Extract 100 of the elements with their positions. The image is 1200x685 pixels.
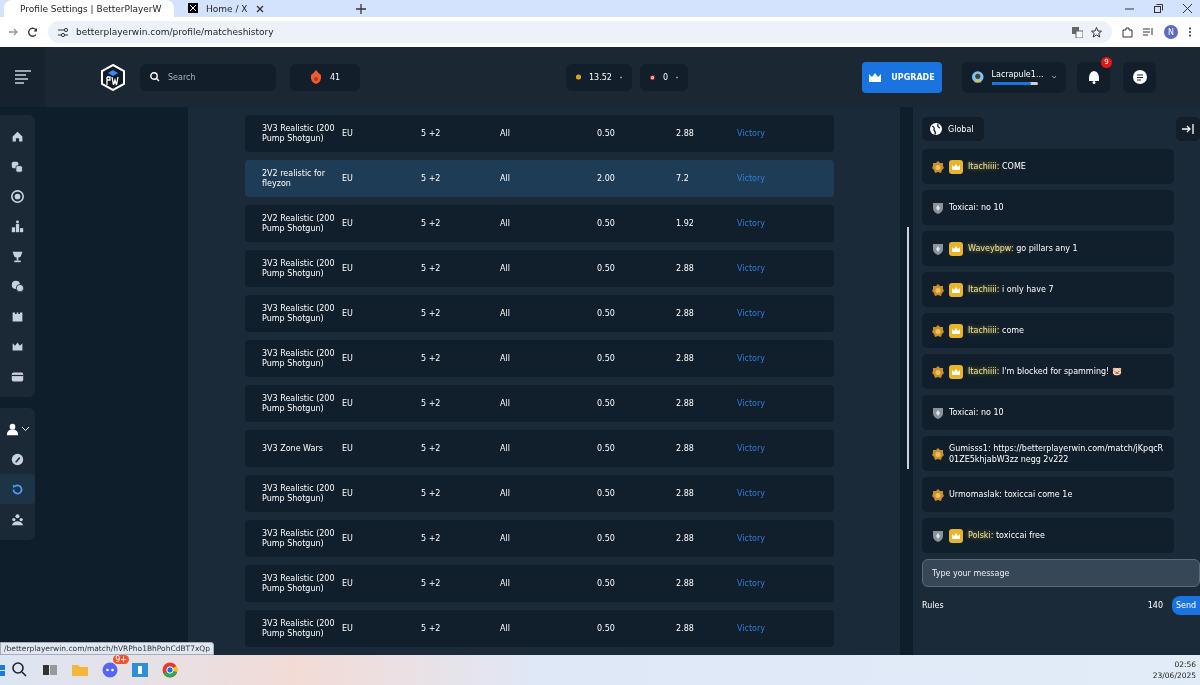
castle-icon [11, 309, 24, 323]
search-field[interactable]: Search [140, 63, 276, 91]
match-result: Victory [737, 308, 766, 319]
match-region: EU [342, 623, 354, 634]
translate-icon[interactable] [1072, 26, 1083, 38]
match-region: EU [342, 443, 354, 454]
match-cell-text: All [500, 488, 511, 499]
character-count: 140 [1147, 601, 1163, 610]
upgrade-button[interactable]: UPGRADE [862, 61, 942, 93]
task-view-icon[interactable] [42, 662, 58, 678]
close-icon[interactable] [1183, 4, 1192, 13]
match-row[interactable]: 3V3 Zone Wars EU 5 +2 All 0.50 2.88 Victory [245, 430, 834, 467]
chevron-down-icon [1051, 75, 1056, 79]
match-result: Victory [737, 128, 766, 139]
match-cell-text: All [500, 263, 511, 274]
match-row[interactable]: 2V2 realistic for fleyzon EU 5 +2 All 2.00 7.2 Victory [245, 160, 834, 197]
dice-icon [11, 159, 24, 173]
match-cell-text: 0.50 [597, 263, 616, 274]
chat-message: Waveybpw: go pillars any 1 [968, 243, 1078, 254]
profile-avatar[interactable]: N [1164, 25, 1178, 39]
history-icon [11, 482, 24, 496]
match-cell-text: 5 +2 [421, 443, 442, 454]
match-cell-text: All [500, 398, 511, 409]
match-cell-text: 0.50 [597, 443, 616, 454]
match-cell-text: 0.50 [597, 533, 616, 544]
restore-icon[interactable] [1154, 4, 1163, 13]
match-cell-text: 0.50 [597, 353, 616, 364]
match-region: EU [342, 398, 354, 409]
match-cell-text: 5 +2 [421, 353, 442, 364]
avatar-icon [972, 68, 984, 86]
send-button[interactable]: Send [1172, 596, 1200, 615]
chat-app-icon[interactable] [102, 662, 118, 678]
match-region: EU [342, 128, 354, 139]
chat-icon [1132, 70, 1147, 84]
medal-icon [932, 160, 944, 173]
user-menu[interactable]: Lacrapule1... [962, 61, 1066, 93]
message-input[interactable]: Type your message [922, 559, 1200, 587]
match-cell-text: 2.88 [676, 263, 695, 274]
match-cell-text: 5 +2 [421, 623, 442, 634]
match-region: EU [342, 308, 354, 319]
flame-icon [309, 70, 322, 84]
browser-tab[interactable]: Home / X [180, 0, 350, 17]
channel-selector[interactable]: Global [922, 117, 984, 141]
match-name: 3V3 Realistic (200 Pump Shotgun) [262, 483, 336, 504]
collapse-icon [1182, 124, 1194, 134]
match-name: 3V3 Realistic (200 Pump Shotgun) [262, 393, 336, 414]
match-cell-text: 0.50 [597, 623, 616, 634]
crown-icon [11, 339, 24, 353]
chat-message: Itachiiii: COME [968, 161, 1026, 172]
browser-tab[interactable]: Profile Settings | BetterPlayerW [4, 0, 174, 17]
chat-message: Itachiiii: I'm blocked for spamming! 🐷 [968, 366, 1122, 377]
rules-link[interactable]: Rules [922, 601, 944, 610]
match-cell-text: 5 +2 [421, 308, 442, 319]
globe-icon [930, 123, 942, 135]
user-icon [6, 422, 19, 436]
star-icon[interactable] [1091, 26, 1102, 38]
match-cell-text: All [500, 623, 511, 634]
address-bar[interactable]: betterplayerwin.com/profile/matcheshistory [48, 21, 1112, 43]
search-icon[interactable] [12, 662, 28, 678]
chat-button[interactable] [1123, 61, 1156, 93]
match-cell-text: 5 +2 [421, 263, 442, 274]
chevron-down-icon [22, 427, 29, 431]
menu-icon[interactable] [14, 70, 31, 84]
coin-balance: 13.52 [589, 72, 612, 82]
chrome-icon[interactable] [162, 662, 178, 678]
chat-message: Itachiiii: i only have 7 [968, 284, 1054, 295]
close-icon[interactable] [255, 4, 264, 13]
app-icon[interactable] [132, 662, 148, 678]
match-cell-text: All [500, 218, 511, 229]
forward-icon[interactable] [8, 27, 18, 37]
shield-icon [932, 201, 944, 214]
extensions-icon[interactable] [1122, 26, 1133, 38]
reload-icon[interactable] [28, 27, 38, 37]
bell-icon [1087, 70, 1100, 84]
more-icon[interactable] [1188, 27, 1192, 37]
notification-badge: 9+ [113, 655, 129, 664]
match-cell-text: 2.88 [676, 578, 695, 589]
match-result: Victory [737, 488, 766, 499]
match-cell-text: 0.50 [597, 578, 616, 589]
match-cell-text: 2.88 [676, 533, 695, 544]
match-cell-text: 5 +2 [421, 488, 442, 499]
match-cell-text: 7.2 [676, 173, 690, 184]
match-result: Victory [737, 533, 766, 544]
match-name: 3V3 Realistic (200 Pump Shotgun) [262, 303, 336, 324]
match-name: 3V3 Realistic (200 Pump Shotgun) [262, 528, 336, 549]
new-tab-icon[interactable] [356, 3, 366, 14]
media-icon[interactable] [1143, 27, 1154, 37]
match-region: EU [342, 173, 354, 184]
x-logo-icon [188, 3, 198, 14]
collapse-button[interactable] [1176, 117, 1200, 141]
windows-icon[interactable] [0, 664, 5, 676]
match-cell-text: 0.50 [597, 308, 616, 319]
shield-icon [932, 529, 944, 542]
match-result: Victory [737, 353, 766, 364]
scrollbar[interactable] [907, 227, 909, 469]
logo-icon[interactable] [100, 63, 126, 91]
match-cell-text: 2.88 [676, 353, 695, 364]
crown-icon [869, 72, 882, 82]
match-cell-text: All [500, 128, 511, 139]
search-icon [150, 72, 160, 82]
